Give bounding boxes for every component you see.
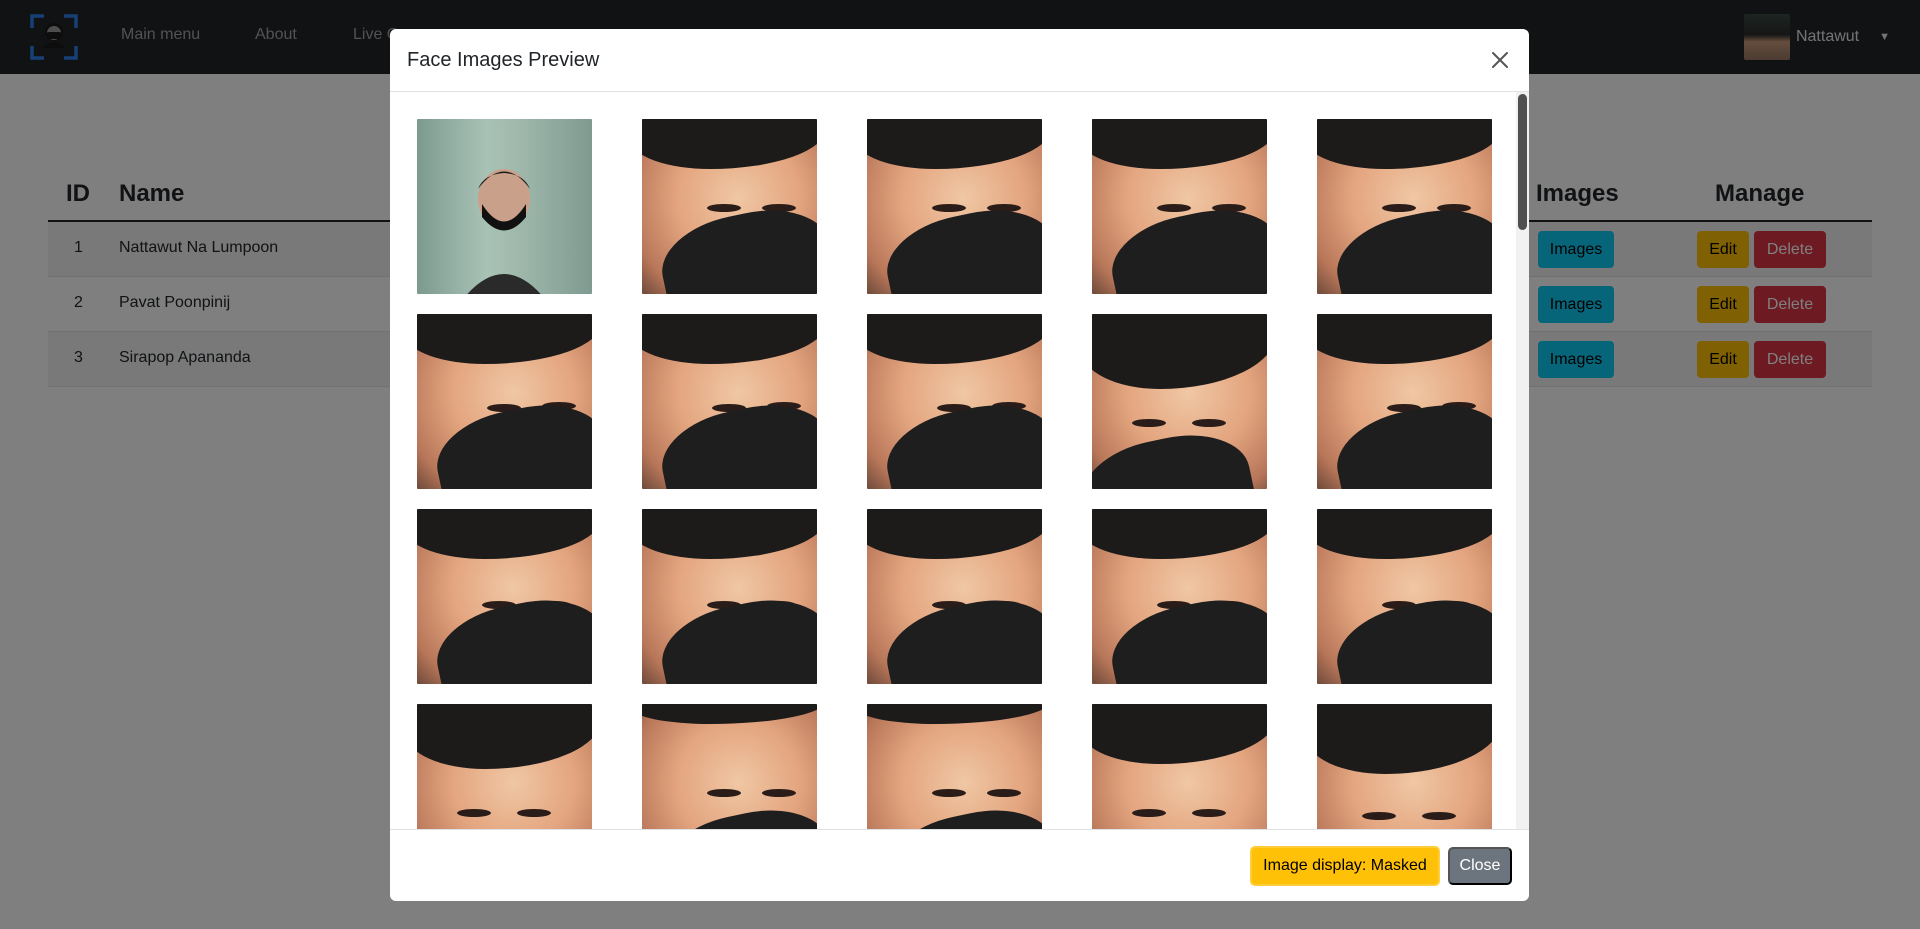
face-image (1092, 509, 1267, 684)
scrollbar-thumb[interactable] (1518, 94, 1527, 230)
face-image (642, 314, 817, 489)
close-icon[interactable] (1485, 45, 1515, 75)
face-image (417, 704, 592, 829)
face-image (867, 314, 1042, 489)
face-image (417, 509, 592, 684)
image-display-toggle-button[interactable]: Image display: Masked (1250, 846, 1440, 886)
face-image (417, 119, 592, 294)
face-image (1092, 704, 1267, 829)
face-image (642, 119, 817, 294)
face-image (1317, 119, 1492, 294)
face-image-grid (417, 119, 1492, 829)
face-images-modal: Face Images Preview Image display: Maske… (390, 29, 1529, 901)
face-image (867, 704, 1042, 829)
face-image (642, 704, 817, 829)
face-image (1317, 704, 1492, 829)
face-image (867, 509, 1042, 684)
modal-footer: Image display: Masked Close (390, 829, 1529, 901)
modal-body[interactable] (390, 92, 1529, 829)
modal-header: Face Images Preview (390, 29, 1529, 92)
face-image (1092, 119, 1267, 294)
face-image (1317, 314, 1492, 489)
face-image (1092, 314, 1267, 489)
face-image (1317, 509, 1492, 684)
face-image (867, 119, 1042, 294)
close-button[interactable]: Close (1448, 847, 1512, 885)
face-image (642, 509, 817, 684)
face-image (417, 314, 592, 489)
modal-title: Face Images Preview (407, 49, 600, 71)
